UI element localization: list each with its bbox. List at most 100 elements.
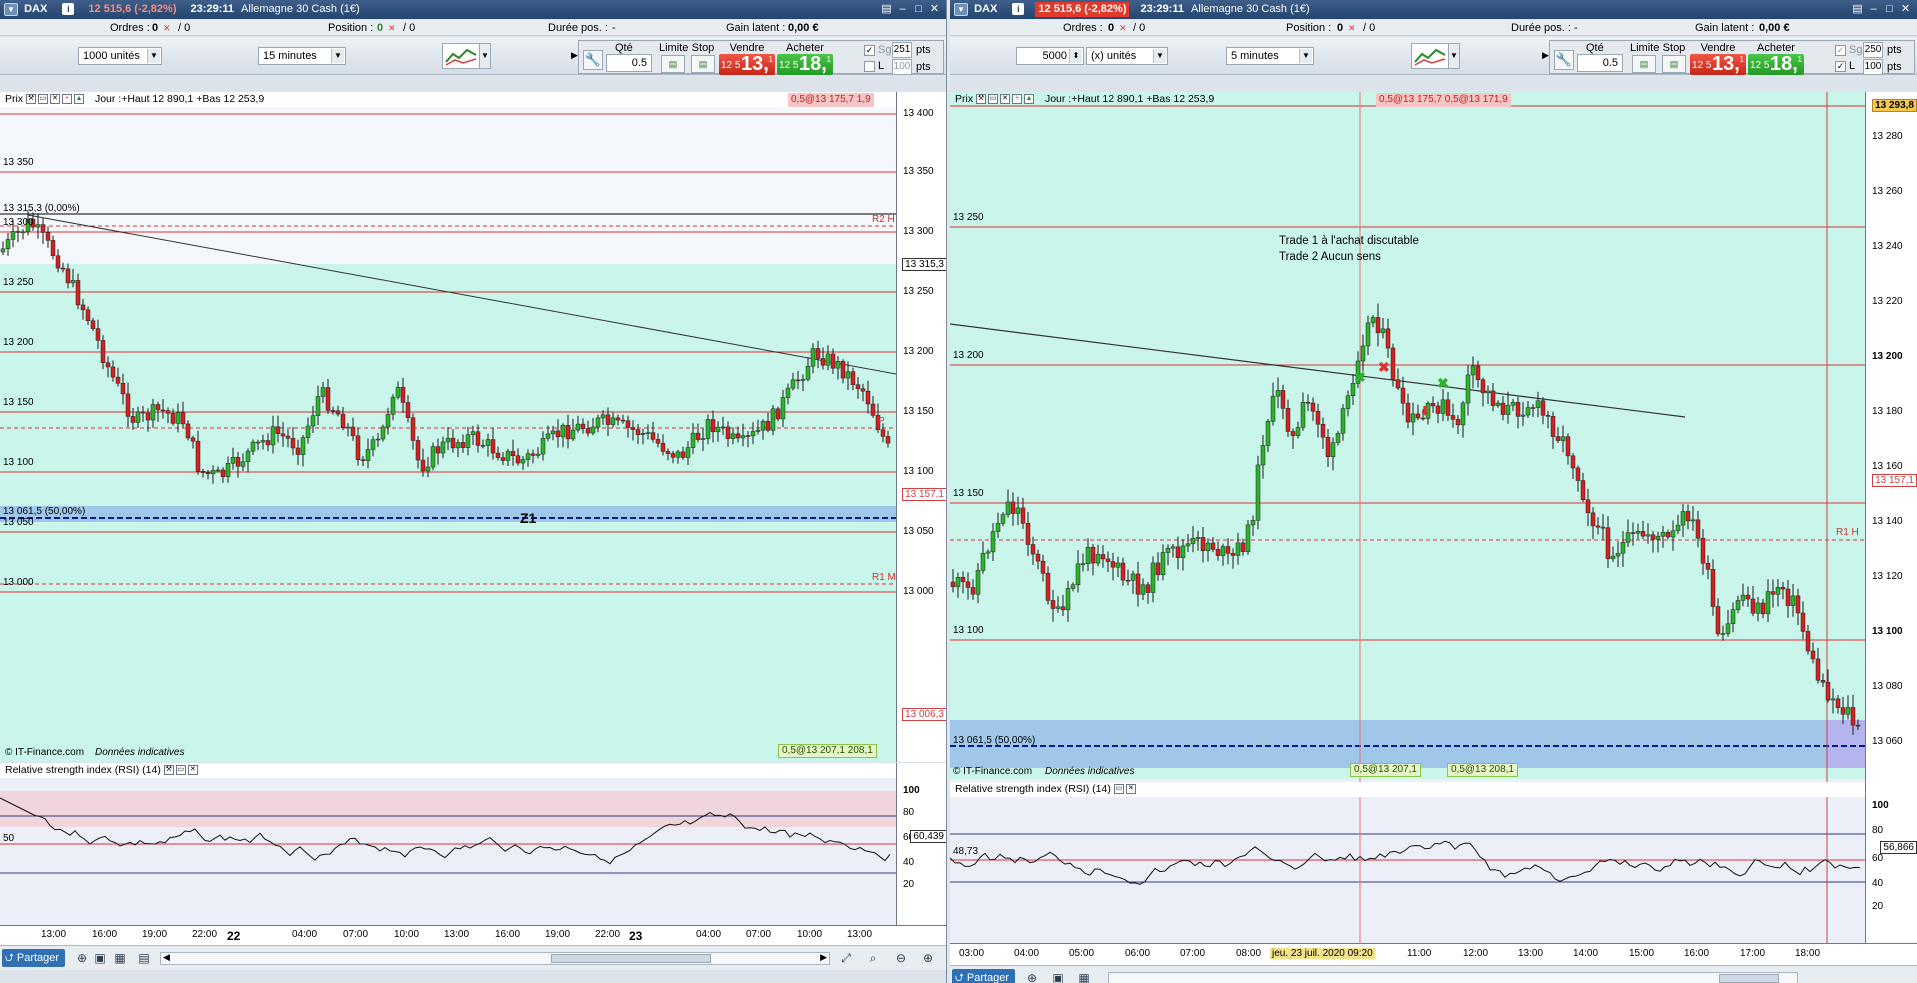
wrench-small-icon[interactable]: ⚒ bbox=[976, 94, 987, 105]
sell-button[interactable]: 12 5 13, 1 bbox=[1690, 54, 1746, 75]
right-rsi-pane[interactable]: 48,73 bbox=[950, 779, 1865, 943]
close-icon[interactable]: ✕ bbox=[1898, 2, 1913, 17]
buy-button[interactable]: 12 5 18, 1 bbox=[777, 54, 833, 75]
open-position-tag[interactable]: 0,5@13 175,7 0,5@13 171,9 bbox=[1376, 93, 1511, 107]
open-position-tag[interactable]: 0,5@13 175,7 1,9 bbox=[788, 93, 874, 107]
l-points-input[interactable]: 100 bbox=[892, 59, 912, 75]
window-small-icon[interactable]: ▭ bbox=[988, 94, 999, 105]
right-time-axis[interactable]: 03:00 04:00 05:00 06:00 07:00 08:00 jeu. 23 ju… bbox=[950, 943, 1917, 965]
layout-icon[interactable]: ▤ bbox=[879, 2, 894, 17]
qty-input[interactable]: 0.5 bbox=[1577, 54, 1623, 72]
calculator-icon[interactable]: ▦ bbox=[112, 950, 128, 966]
pending-order-tag[interactable]: 0,5@13 207,1 208,1 bbox=[778, 744, 877, 758]
auto-scale-icon[interactable]: ⤢ bbox=[838, 950, 854, 966]
spinner-icon[interactable]: ⬍ bbox=[1069, 49, 1082, 63]
layout-icon[interactable]: ▤ bbox=[1850, 2, 1865, 17]
right-price-pane[interactable]: ✖ ✖ ✖ ⬇ 13 250 13 200 13 150 13 100 13 061,5 (5… bbox=[950, 92, 1865, 779]
close-small-icon[interactable]: ✕ bbox=[1000, 94, 1011, 105]
l-points-input[interactable]: 100 bbox=[1863, 59, 1883, 75]
pending-order-tag-2[interactable]: 0,5@13 208,1 bbox=[1447, 763, 1518, 777]
info-icon[interactable]: i bbox=[62, 3, 75, 15]
sg-checkbox[interactable]: ✓ bbox=[864, 45, 875, 56]
sg-checkbox[interactable]: ✓ bbox=[1835, 45, 1846, 56]
left-rsi-axis[interactable]: 100 80 60 40 20 60,439 bbox=[896, 763, 946, 925]
units-select[interactable]: 1000 unités ▼ bbox=[78, 47, 162, 65]
chart-type-dropdown[interactable]: ▼ bbox=[479, 43, 491, 69]
left-rsi-pane[interactable]: 50 bbox=[0, 763, 896, 925]
right-status-bar: Ordres : 0 ✕ / 0 Position : 0 ✕ / 0 Duré… bbox=[950, 20, 1917, 36]
left-hscrollbar[interactable]: ◀ ▶ bbox=[160, 952, 830, 965]
info-icon[interactable]: i bbox=[1012, 3, 1025, 15]
window-menu-icon[interactable]: ▼ bbox=[954, 3, 968, 16]
close-position-icon[interactable]: ✕ bbox=[1348, 20, 1356, 36]
right-hscrollbar[interactable] bbox=[1108, 972, 1798, 983]
minimize-icon[interactable]: – bbox=[1866, 2, 1881, 17]
left-price-pane[interactable]: Z1 13 40013 35013 30013 25013 20013 1501… bbox=[0, 92, 896, 762]
order-panel-arrow-icon[interactable]: ▶ bbox=[571, 50, 578, 61]
left-time-axis[interactable]: 13:00 16:00 19:00 22:00 22 04:00 07:00 10:00 13:… bbox=[0, 925, 946, 945]
print-icon[interactable]: ▣ bbox=[92, 950, 108, 966]
right-price-axis[interactable]: 13 280 13 260 13 240 13 220 13 200 13 180 13 1… bbox=[1865, 92, 1917, 779]
chart-type-icon[interactable] bbox=[442, 43, 480, 69]
data-table-icon[interactable]: ▤ bbox=[136, 950, 152, 966]
chart-type-icon[interactable] bbox=[1411, 43, 1449, 69]
buy-button[interactable]: 12 5 18, 1 bbox=[1748, 54, 1804, 75]
close-icon[interactable]: ✕ bbox=[927, 2, 942, 17]
add-indicator-icon[interactable]: + bbox=[62, 94, 73, 105]
interval-select[interactable]: 5 minutes ▼ bbox=[1226, 47, 1314, 65]
pending-order-tag-1[interactable]: 0,5@13 207,1 bbox=[1350, 763, 1421, 777]
close-position-icon[interactable]: ✕ bbox=[388, 20, 396, 36]
sell-button[interactable]: 12 5 13, 1 bbox=[719, 54, 775, 75]
alarm-icon[interactable]: ⊕ bbox=[1024, 970, 1040, 983]
cancel-orders-icon[interactable]: ✕ bbox=[163, 20, 171, 36]
zoom-out-icon[interactable]: ⊖ bbox=[893, 950, 909, 966]
limit-button[interactable]: ▤ bbox=[661, 55, 685, 73]
scroll-right-icon[interactable]: ▶ bbox=[820, 952, 827, 963]
window-small-icon[interactable]: ▭ bbox=[1113, 784, 1124, 795]
window-small-icon[interactable]: ▭ bbox=[175, 765, 186, 776]
limit-button[interactable]: ▤ bbox=[1632, 55, 1656, 73]
cancel-orders-icon[interactable]: ✕ bbox=[1119, 20, 1127, 36]
stop-button[interactable]: ▤ bbox=[691, 55, 715, 73]
wrench-icon[interactable]: 🔧 bbox=[1554, 50, 1574, 70]
scroll-left-icon[interactable]: ◀ bbox=[163, 952, 170, 963]
share-button[interactable]: ⮍ Partager bbox=[952, 969, 1016, 983]
add-indicator-icon[interactable]: + bbox=[1012, 94, 1023, 105]
right-rsi-axis[interactable]: 100 80 60 40 20 56,866 bbox=[1865, 779, 1917, 943]
scroll-thumb[interactable] bbox=[1719, 974, 1779, 983]
order-panel-arrow-icon[interactable]: ▶ bbox=[1542, 50, 1549, 61]
window-menu-icon[interactable]: ▼ bbox=[4, 3, 18, 16]
calculator-icon[interactable]: ▦ bbox=[1076, 970, 1092, 983]
close-small-icon[interactable]: ✕ bbox=[1125, 784, 1136, 795]
stop-button[interactable]: ▤ bbox=[1662, 55, 1686, 73]
up-arrow-icon[interactable]: ▲ bbox=[1024, 94, 1035, 105]
sg-points-input[interactable]: 251 bbox=[892, 42, 912, 58]
units-qty-spinner[interactable]: 5000 ⬍ bbox=[1016, 47, 1084, 65]
l-checkbox[interactable] bbox=[864, 61, 875, 72]
maximize-icon[interactable]: □ bbox=[1882, 2, 1897, 17]
close-small-icon[interactable]: ✕ bbox=[187, 765, 198, 776]
window-small-icon[interactable]: ▭ bbox=[38, 94, 49, 105]
maximize-icon[interactable]: □ bbox=[911, 2, 926, 17]
close-small-icon[interactable]: ✕ bbox=[50, 94, 61, 105]
interval-select[interactable]: 15 minutes ▼ bbox=[258, 47, 346, 65]
wrench-small-icon[interactable]: ⚒ bbox=[26, 94, 37, 105]
share-button[interactable]: ⮍ Partager bbox=[2, 949, 66, 967]
units-select[interactable]: (x) unités ▼ bbox=[1086, 47, 1168, 65]
wrench-icon[interactable]: 🔧 bbox=[583, 50, 603, 70]
minimize-icon[interactable]: – bbox=[895, 2, 910, 17]
left-price-axis[interactable]: 13 400 13 350 13 300 13 250 13 200 13 150 13 1… bbox=[896, 92, 946, 762]
scroll-thumb[interactable] bbox=[551, 954, 711, 963]
chart-type-dropdown[interactable]: ▼ bbox=[1448, 43, 1460, 69]
zoom-in-icon[interactable]: ⊕ bbox=[920, 950, 936, 966]
zoom-fit-icon[interactable]: ⌕ bbox=[865, 950, 881, 966]
left-title-bar[interactable]: ▼ DAX i 12 515,6 (-2,82%) 23:29:11 Allem… bbox=[0, 0, 946, 19]
qty-input[interactable]: 0.5 bbox=[606, 54, 652, 72]
sg-points-input[interactable]: 250 bbox=[1863, 42, 1883, 58]
print-icon[interactable]: ▣ bbox=[1050, 970, 1066, 983]
alarm-icon[interactable]: ⊕ bbox=[74, 950, 90, 966]
l-checkbox[interactable]: ✓ bbox=[1835, 61, 1846, 72]
up-arrow-icon[interactable]: ▲ bbox=[74, 94, 85, 105]
right-title-bar[interactable]: ▼ DAX i 12 515,6 (-2,82%) 23:29:11 Allem… bbox=[950, 0, 1917, 19]
wrench-small-icon[interactable]: ⚒ bbox=[163, 765, 174, 776]
